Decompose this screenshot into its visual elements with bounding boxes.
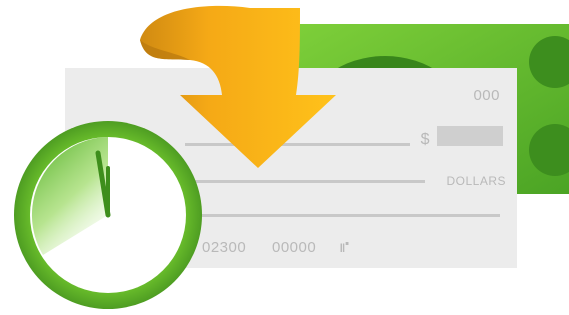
check-currency-symbol: $ xyxy=(421,131,430,148)
stopwatch-icon xyxy=(14,121,202,309)
check-account-number: 00000 xyxy=(272,239,316,256)
check-micr-symbol: ⑈ xyxy=(340,239,350,256)
check-payee-line xyxy=(185,143,410,146)
check-amount-line xyxy=(195,180,425,183)
fast-deposit-illustration: 000 $ DOLLARS 02300 00000 ⑈ xyxy=(0,0,569,315)
check-memo-line xyxy=(200,214,500,217)
deposit-illustration-svg: 000 $ DOLLARS 02300 00000 ⑈ xyxy=(14,5,569,309)
check-amount-box xyxy=(437,126,503,146)
check-routing-number: 02300 xyxy=(202,239,246,256)
check-dollars-label: DOLLARS xyxy=(446,174,506,188)
check-number: 000 xyxy=(473,87,500,104)
